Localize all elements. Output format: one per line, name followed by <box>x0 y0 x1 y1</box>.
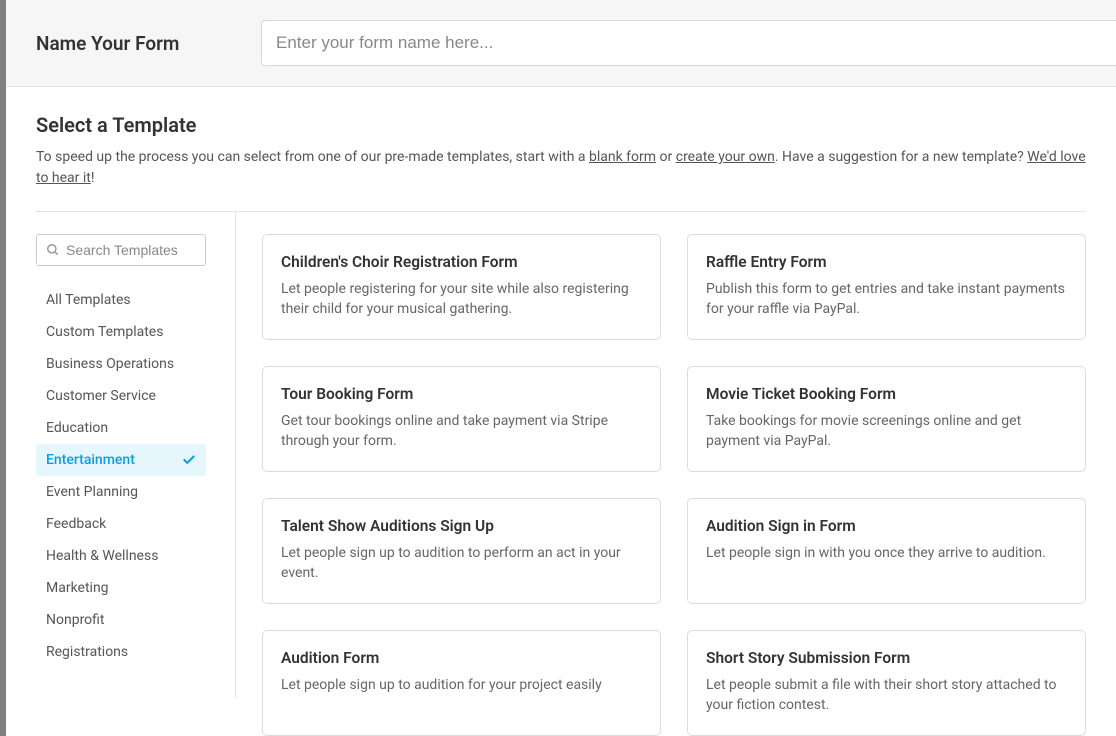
category-item-label: Event Planning <box>46 484 138 500</box>
template-title: Children's Choir Registration Form <box>281 253 642 271</box>
template-title: Talent Show Auditions Sign Up <box>281 517 642 535</box>
sidebar: All Templates Custom Templates Business Op… <box>36 212 236 698</box>
category-item-label: Registrations <box>46 644 128 660</box>
desc-text-3: ! <box>91 170 95 186</box>
form-name-input[interactable] <box>261 20 1116 66</box>
category-item-label: Nonprofit <box>46 612 105 628</box>
category-item-label: Custom Templates <box>46 324 163 340</box>
select-template-title: Select a Template <box>36 113 1086 137</box>
template-card[interactable]: Audition Sign in Form Let people sign in … <box>687 498 1086 604</box>
category-item-education[interactable]: Education <box>36 412 206 444</box>
category-item-label: Business Operations <box>46 356 174 372</box>
category-item-registrations[interactable]: Registrations <box>36 636 206 668</box>
desc-text-or: or <box>656 149 676 165</box>
search-icon <box>46 243 60 257</box>
category-item-event-planning[interactable]: Event Planning <box>36 476 206 508</box>
create-your-own-link[interactable]: create your own <box>676 149 775 165</box>
template-desc: Take bookings for movie screenings onlin… <box>706 411 1067 452</box>
category-item-label: Entertainment <box>46 452 135 468</box>
template-card[interactable]: Talent Show Auditions Sign Up Let people … <box>262 498 661 604</box>
template-title: Tour Booking Form <box>281 385 642 403</box>
template-desc: Let people submit a file with their shor… <box>706 675 1067 716</box>
template-desc: Let people sign in with you once they ar… <box>706 543 1067 563</box>
templates-grid: Children's Choir Registration Form Let pe… <box>236 212 1086 736</box>
category-item-label: Customer Service <box>46 388 156 404</box>
template-card[interactable]: Short Story Submission Form Let people su… <box>687 630 1086 736</box>
blank-form-link[interactable]: blank form <box>589 149 656 165</box>
category-item-entertainment[interactable]: Entertainment <box>36 444 206 476</box>
template-card[interactable]: Audition Form Let people sign up to audit… <box>262 630 661 736</box>
category-item-health-wellness[interactable]: Health & Wellness <box>36 540 206 572</box>
desc-text-2: . Have a suggestion for a new template? <box>775 149 1027 165</box>
template-title: Short Story Submission Form <box>706 649 1067 667</box>
template-card[interactable]: Children's Choir Registration Form Let pe… <box>262 234 661 340</box>
template-desc: Get tour bookings online and take paymen… <box>281 411 642 452</box>
category-item-nonprofit[interactable]: Nonprofit <box>36 604 206 636</box>
desc-text-1: To speed up the process you can select f… <box>36 149 589 165</box>
category-item-customer-service[interactable]: Customer Service <box>36 380 206 412</box>
category-item-label: Health & Wellness <box>46 548 158 564</box>
category-item-business-operations[interactable]: Business Operations <box>36 348 206 380</box>
search-templates-input[interactable] <box>66 242 196 258</box>
category-item-label: Feedback <box>46 516 106 532</box>
category-item-label: Education <box>46 420 108 436</box>
template-card[interactable]: Tour Booking Form Get tour bookings onlin… <box>262 366 661 472</box>
template-card[interactable]: Raffle Entry Form Publish this form to ge… <box>687 234 1086 340</box>
category-item-all-templates[interactable]: All Templates <box>36 284 206 316</box>
template-desc: Let people sign up to audition for your … <box>281 675 642 695</box>
template-desc: Publish this form to get entries and tak… <box>706 279 1067 320</box>
template-title: Raffle Entry Form <box>706 253 1067 271</box>
check-icon <box>182 453 196 467</box>
select-template-description: To speed up the process you can select f… <box>36 147 1086 189</box>
header-bar: Name Your Form <box>6 0 1116 87</box>
template-desc: Let people sign up to audition to perfor… <box>281 543 642 584</box>
category-list: All Templates Custom Templates Business Op… <box>36 284 235 668</box>
template-title: Audition Sign in Form <box>706 517 1067 535</box>
category-item-marketing[interactable]: Marketing <box>36 572 206 604</box>
search-box[interactable] <box>36 234 206 266</box>
template-desc: Let people registering for your site whi… <box>281 279 642 320</box>
category-item-custom-templates[interactable]: Custom Templates <box>36 316 206 348</box>
template-card[interactable]: Movie Ticket Booking Form Take bookings f… <box>687 366 1086 472</box>
template-title: Audition Form <box>281 649 642 667</box>
name-your-form-label: Name Your Form <box>36 32 261 55</box>
category-item-feedback[interactable]: Feedback <box>36 508 206 540</box>
category-item-label: Marketing <box>46 580 109 596</box>
template-title: Movie Ticket Booking Form <box>706 385 1067 403</box>
category-item-label: All Templates <box>46 292 131 308</box>
